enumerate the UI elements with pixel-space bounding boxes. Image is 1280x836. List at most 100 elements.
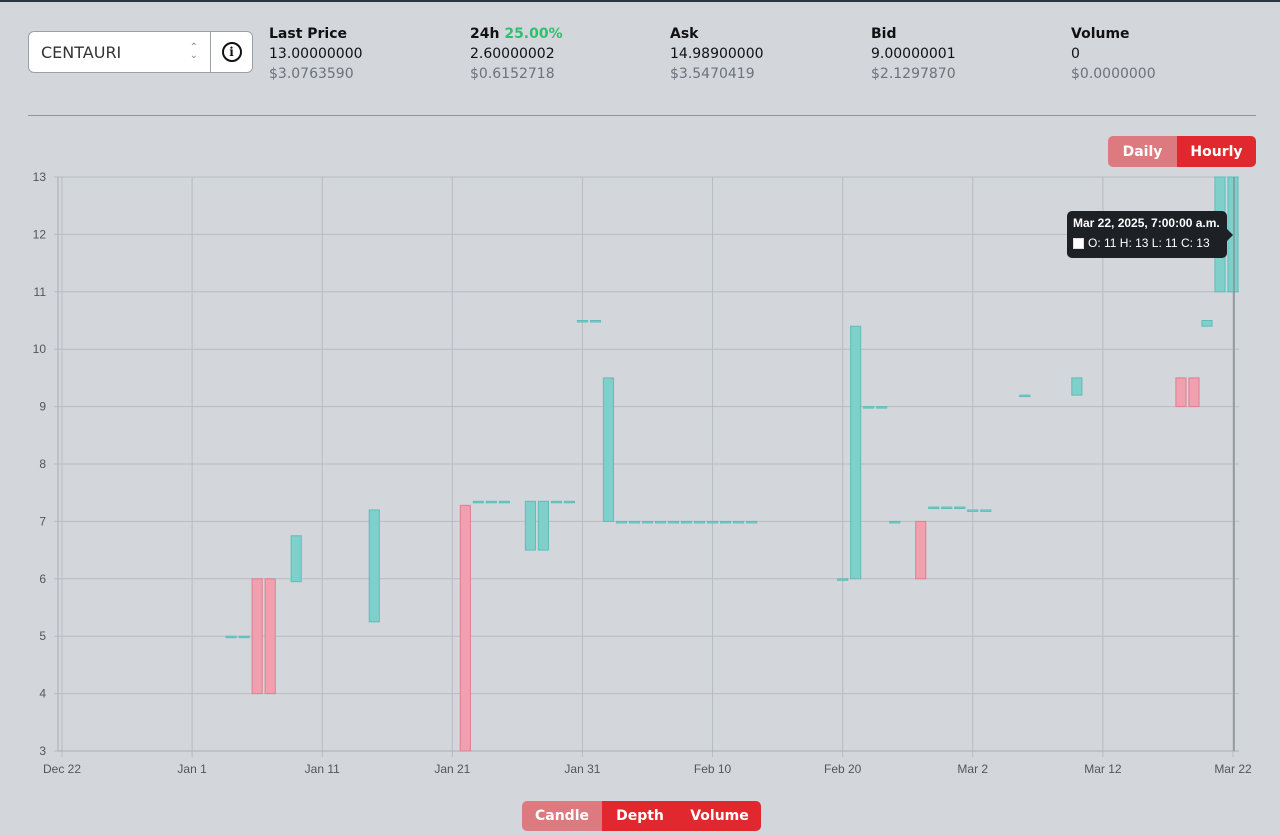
- y-tick-label: 7: [39, 514, 46, 528]
- candle: [928, 506, 940, 510]
- x-tick-label: Jan 11: [305, 762, 340, 776]
- candle: [485, 500, 497, 504]
- tooltip-title: Mar 22, 2025, 7:00:00 a.m.: [1073, 216, 1220, 230]
- candle: [602, 377, 615, 522]
- interval-toggle: Daily Hourly: [1108, 136, 1256, 167]
- candle: [290, 535, 302, 583]
- candle: [225, 635, 237, 639]
- daily-button[interactable]: Daily: [1108, 136, 1177, 167]
- candle-tooltip: Mar 22, 2025, 7:00:00 a.m. O: 11 H: 13 L…: [1067, 211, 1233, 258]
- volume-button[interactable]: Volume: [678, 801, 761, 831]
- stat-label: Ask: [670, 26, 699, 42]
- candle: [368, 509, 380, 623]
- candle: [980, 509, 992, 512]
- candle: [667, 520, 680, 524]
- candle: [615, 520, 628, 524]
- candle: [1071, 377, 1083, 396]
- stat-value: 13.00000000: [269, 46, 363, 62]
- candle: [876, 406, 888, 409]
- candle: [915, 520, 927, 580]
- candle: [1175, 377, 1187, 408]
- stat-pct: 25.00%: [504, 26, 563, 42]
- tooltip-ohlc: O: 11 H: 13 L: 11 C: 13: [1088, 236, 1210, 250]
- y-tick-label: 6: [39, 572, 46, 586]
- y-tick-label: 5: [39, 629, 46, 643]
- candle: [837, 578, 849, 581]
- y-tick-label: 13: [33, 170, 47, 184]
- stat-usd: $2.1297870: [871, 66, 956, 82]
- candle: [563, 500, 576, 504]
- candle: [251, 578, 263, 695]
- y-tick-label: 12: [33, 227, 47, 241]
- candle: [472, 500, 484, 504]
- y-tick-label: 11: [34, 285, 47, 299]
- candle-button[interactable]: Candle: [522, 801, 602, 831]
- depth-button[interactable]: Depth: [602, 801, 678, 831]
- candle: [863, 406, 875, 409]
- candle: [498, 500, 510, 504]
- stat-last-price: Last Price 13.00000000 $3.0763590: [269, 24, 363, 84]
- stat-value: 0: [1071, 46, 1080, 62]
- y-tick-label: 10: [33, 342, 47, 356]
- stat-value: 9.00000001: [871, 46, 956, 62]
- candle: [576, 320, 589, 323]
- candle: [967, 509, 979, 512]
- candle: [954, 506, 966, 510]
- header-divider: [28, 115, 1256, 116]
- market-selector[interactable]: CENTAURI ⌃ ⌄ i: [28, 31, 253, 73]
- candle: [589, 320, 602, 323]
- info-button[interactable]: i: [211, 32, 252, 72]
- x-tick-label: Jan 21: [434, 762, 470, 776]
- market-select-value: CENTAURI: [41, 42, 122, 62]
- view-toggle: Candle Depth Volume: [522, 801, 761, 831]
- candle: [524, 500, 536, 551]
- candle: [1019, 394, 1031, 398]
- hourly-button[interactable]: Hourly: [1177, 136, 1256, 167]
- x-tick-label: Mar 2: [957, 762, 988, 776]
- candle: [628, 520, 641, 524]
- stat-value: 14.98900000: [670, 46, 764, 62]
- candle: [733, 520, 745, 524]
- y-tick-label: 3: [39, 744, 46, 758]
- candle: [459, 504, 471, 752]
- candle: [706, 520, 719, 524]
- select-arrows-icon: ⌃ ⌄: [189, 42, 198, 61]
- stat-label: Last Price: [269, 26, 348, 42]
- candle: [238, 635, 250, 639]
- candle: [746, 520, 758, 524]
- stat-usd: $3.0763590: [269, 66, 354, 82]
- candle: [537, 500, 549, 551]
- x-tick-label: Mar 22: [1214, 762, 1252, 776]
- y-tick-label: 4: [39, 687, 46, 701]
- stat-usd: $3.5470419: [670, 66, 755, 82]
- stat-volume: Volume 0 $0.0000000: [1071, 24, 1156, 84]
- x-tick-label: Mar 12: [1084, 762, 1122, 776]
- y-tick-label: 9: [39, 400, 46, 414]
- stat-label: Volume: [1071, 26, 1130, 42]
- candle: [641, 520, 654, 524]
- x-tick-label: Jan 31: [564, 762, 600, 776]
- top-border: [0, 0, 1280, 2]
- stat-usd: $0.0000000: [1071, 66, 1156, 82]
- x-tick-label: Feb 10: [694, 762, 732, 776]
- candlestick-chart[interactable]: 3 4 5 6 7 8 9 10 11 12 13 Dec 22 Jan 1 Jan 11 Jan 21 Ja…: [0, 165, 1280, 785]
- x-tick-label: Feb 20: [824, 762, 862, 776]
- candle: [1188, 377, 1200, 408]
- stat-ask: Ask 14.98900000 $3.5470419: [670, 24, 764, 84]
- candle: [680, 520, 693, 524]
- stat-label: Bid: [871, 26, 897, 42]
- info-icon: i: [221, 42, 242, 62]
- candle: [1201, 320, 1213, 327]
- market-select[interactable]: CENTAURI ⌃ ⌄: [29, 32, 211, 72]
- candle: [719, 520, 732, 524]
- candle: [889, 520, 901, 524]
- stat-bid: Bid 9.00000001 $2.1297870: [871, 24, 956, 84]
- stat-value: 2.60000002: [470, 46, 555, 62]
- candle: [850, 325, 862, 580]
- x-tick-label: Jan 1: [177, 762, 207, 776]
- candle: [941, 506, 953, 510]
- candle: [654, 520, 667, 524]
- stat-label: 24h: [470, 26, 500, 42]
- stat-24h-change: 24h 25.00% 2.60000002 $0.6152718: [470, 24, 563, 84]
- candle: [693, 520, 706, 524]
